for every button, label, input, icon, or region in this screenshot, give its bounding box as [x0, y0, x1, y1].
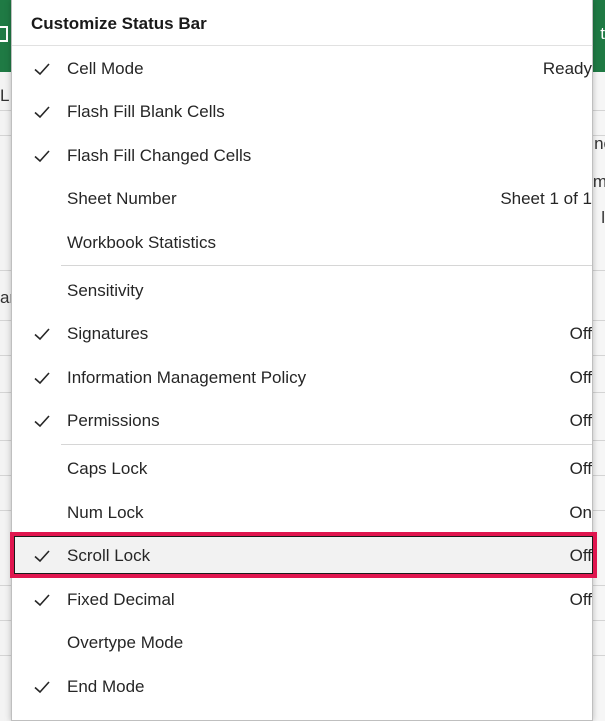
menu-item-label: Cell Mode: [67, 59, 144, 78]
menu-item-label: Signatures: [67, 324, 149, 343]
menu-group-divider: [61, 265, 592, 266]
background-text: L: [0, 86, 10, 105]
menu-item-label: End Mode: [67, 677, 145, 696]
menu-item-value: Off: [569, 368, 592, 387]
checkmark-icon: [34, 372, 50, 385]
menu-group-divider: [61, 444, 592, 445]
background-text: m: [592, 172, 605, 191]
menu-item-label: Sheet Number: [67, 189, 177, 208]
menu-item-flash-fill-blank-cells[interactable]: Flash Fill Blank Cells: [12, 91, 592, 133]
menu-item-value: On: [569, 503, 592, 522]
menu-item-cell-mode[interactable]: Cell Mode Ready: [12, 48, 592, 90]
menu-title: Customize Status Bar: [31, 14, 207, 33]
ribbon-right-text: t: [600, 24, 605, 43]
ribbon-left-edge-icon: [0, 26, 8, 42]
excel-window: t L ar no m l Customize Status Bar Cell …: [0, 0, 605, 721]
menu-item-label: Caps Lock: [67, 459, 148, 478]
menu-item-label: Fixed Decimal: [67, 590, 175, 609]
menu-item-sheet-number[interactable]: Sheet Number Sheet 1 of 1: [12, 178, 592, 220]
worksheet-right-edge: [593, 72, 605, 721]
menu-item-value: Off: [569, 459, 592, 478]
menu-item-scroll-lock[interactable]: Scroll Lock Off: [12, 535, 592, 577]
checkmark-icon: [34, 150, 50, 163]
menu-item-value: Off: [569, 411, 592, 430]
background-text: l: [601, 208, 605, 227]
menu-item-caps-lock[interactable]: Caps Lock Off: [12, 448, 592, 490]
menu-item-label: Information Management Policy: [67, 368, 307, 387]
checkmark-icon: [34, 594, 50, 607]
menu-item-permissions[interactable]: Permissions Off: [12, 400, 592, 442]
menu-item-label: Flash Fill Blank Cells: [67, 102, 225, 121]
menu-item-value: Off: [569, 546, 592, 565]
menu-item-flash-fill-changed-cells[interactable]: Flash Fill Changed Cells: [12, 135, 592, 177]
menu-item-value: Sheet 1 of 1: [500, 189, 592, 208]
menu-item-value: Off: [569, 590, 592, 609]
title-divider: [12, 45, 592, 46]
menu-item-information-management-policy[interactable]: Information Management Policy Off: [12, 357, 592, 399]
menu-item-workbook-statistics[interactable]: Workbook Statistics: [12, 222, 592, 264]
menu-item-label: Overtype Mode: [67, 633, 184, 652]
menu-item-label: Flash Fill Changed Cells: [67, 146, 252, 165]
customize-status-bar-menu: Customize Status Bar Cell Mode Ready Fla…: [11, 0, 593, 721]
menu-item-label: Scroll Lock: [67, 546, 151, 565]
background-text: no: [594, 134, 605, 153]
checkmark-icon: [34, 550, 50, 563]
checkmark-icon: [34, 63, 50, 76]
menu-item-end-mode[interactable]: End Mode: [12, 666, 592, 708]
menu-item-num-lock[interactable]: Num Lock On: [12, 492, 592, 534]
menu-item-label: Permissions: [67, 411, 160, 430]
menu-item-fixed-decimal[interactable]: Fixed Decimal Off: [12, 579, 592, 621]
checkmark-icon: [34, 415, 50, 428]
menu-item-signatures[interactable]: Signatures Off: [12, 313, 592, 355]
menu-item-label: Workbook Statistics: [67, 233, 216, 252]
checkmark-icon: [34, 681, 50, 694]
menu-item-label: Num Lock: [67, 503, 144, 522]
menu-item-overtype-mode[interactable]: Overtype Mode: [12, 622, 592, 664]
checkmark-icon: [34, 328, 50, 341]
menu-item-value: Off: [569, 324, 592, 343]
checkmark-icon: [34, 106, 50, 119]
menu-item-label: Sensitivity: [67, 281, 144, 300]
menu-item-sensitivity[interactable]: Sensitivity: [12, 270, 592, 312]
menu-item-value: Ready: [542, 59, 592, 78]
